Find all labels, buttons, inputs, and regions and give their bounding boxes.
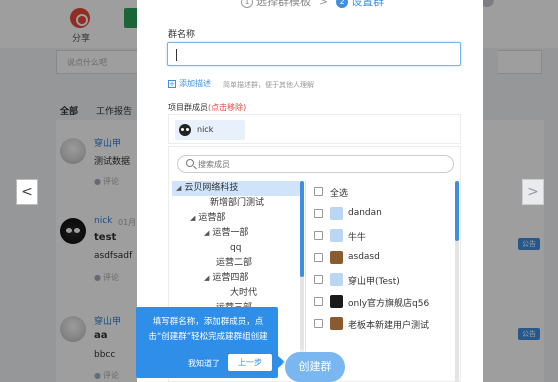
member-name: asdasd xyxy=(348,252,380,262)
expand-triangle-icon[interactable]: ◢ xyxy=(190,214,195,222)
tree-node-label: 大时代 xyxy=(230,288,258,298)
plus-icon: + xyxy=(168,80,176,88)
guide-text: 填写群名称，添加群成员，点击“创建群”轻松完成建群组创建 xyxy=(148,317,268,342)
tree-node-label: 运营二部 xyxy=(216,258,253,268)
avatar xyxy=(330,251,343,264)
list-item[interactable]: only官方旗舰店q56 xyxy=(308,291,453,313)
tree-node-label: 运营四部 xyxy=(212,273,249,283)
list-item[interactable]: 穿山甲(Test) xyxy=(308,269,453,291)
tree-node[interactable]: 大时代 xyxy=(230,286,257,301)
tree-scrollbar-thumb[interactable] xyxy=(300,181,304,277)
member-chip[interactable]: nick xyxy=(175,120,245,140)
tree-node-label: 云贝网络科技 xyxy=(184,183,239,193)
next-arrow-button[interactable]: > xyxy=(522,179,544,205)
member-checkbox[interactable] xyxy=(314,231,323,240)
avatar xyxy=(179,124,191,136)
member-search-input[interactable] xyxy=(198,156,448,172)
avatar xyxy=(330,273,343,286)
add-description-hint: 简单描述群，便于其他人理解 xyxy=(223,81,314,89)
step1-number: 1 xyxy=(241,0,253,8)
avatar xyxy=(330,317,343,330)
tree-node-label: 运营一部 xyxy=(212,228,249,238)
guide-tooltip: 填写群名称，添加群成员，点击“创建群”轻松完成建群组创建 我知道了 上一步 xyxy=(136,307,278,378)
avatar xyxy=(330,229,343,242)
step-separator: > xyxy=(319,0,329,8)
remove-hint: (点击移除) xyxy=(208,103,247,112)
tree-node[interactable]: ◢ 运营一部 xyxy=(204,226,248,241)
tree-node-label: 运营部 xyxy=(198,213,226,223)
member-checkbox[interactable] xyxy=(314,253,323,262)
step2-label: 设置群 xyxy=(351,0,385,8)
tree-node[interactable]: ◢ 运营四部 xyxy=(204,271,248,286)
member-search-box[interactable] xyxy=(177,155,454,173)
member-name: 老板本新建用户测试 xyxy=(348,321,430,331)
avatar xyxy=(330,295,343,308)
group-name-field[interactable] xyxy=(167,42,461,66)
add-description-link[interactable]: + 添加描述 xyxy=(168,78,211,89)
group-name-input[interactable] xyxy=(168,43,460,65)
previous-step-button[interactable]: 上一步 xyxy=(228,354,272,371)
member-name: only官方旗舰店q56 xyxy=(348,299,430,309)
members-label: 项目群成员(点击移除) xyxy=(168,102,246,113)
create-group-button[interactable]: 创建群 xyxy=(285,352,345,382)
tree-node[interactable]: qq xyxy=(230,241,241,256)
member-name: 牛牛 xyxy=(348,233,367,243)
step-indicator: 1 选择群模板 >2 设置群 xyxy=(241,0,384,9)
selected-members-box: nick xyxy=(168,114,461,144)
list-item[interactable]: asdasd xyxy=(308,247,453,269)
select-all-checkbox[interactable] xyxy=(314,187,323,196)
step2-number: 2 xyxy=(336,0,349,8)
add-description-label: 添加描述 xyxy=(179,79,211,88)
search-icon xyxy=(186,159,194,167)
text-caret xyxy=(176,49,177,61)
expand-triangle-icon[interactable]: ◢ xyxy=(176,184,181,192)
select-all-label: 全选 xyxy=(330,189,349,199)
member-chip-name: nick xyxy=(197,125,214,134)
step1-label[interactable]: 选择群模板 xyxy=(256,0,311,8)
members-label-text: 项目群成员 xyxy=(168,103,208,112)
list-item[interactable]: dandan xyxy=(308,203,453,225)
member-name: 穿山甲(Test) xyxy=(348,277,400,287)
tree-node[interactable]: 新增部门测试 xyxy=(210,196,264,211)
tree-node-label: 新增部门测试 xyxy=(210,198,265,208)
member-name: dandan xyxy=(348,208,382,218)
prev-arrow-button[interactable]: < xyxy=(16,179,38,205)
member-checkbox[interactable] xyxy=(314,209,323,218)
tree-node[interactable]: ◢ 运营部 xyxy=(190,211,225,226)
group-name-label: 群名称 xyxy=(168,30,196,40)
member-checkbox[interactable] xyxy=(314,275,323,284)
expand-triangle-icon[interactable]: ◢ xyxy=(204,229,209,237)
tree-node[interactable]: 运营二部 xyxy=(216,256,252,271)
tree-node-label: qq xyxy=(230,243,242,253)
list-item[interactable]: 老板本新建用户测试 xyxy=(308,313,453,335)
guide-pointer xyxy=(278,356,285,368)
got-it-link[interactable]: 我知道了 xyxy=(188,358,220,369)
member-checkbox[interactable] xyxy=(314,297,323,306)
list-item[interactable]: 牛牛 xyxy=(308,225,453,247)
tree-node-root[interactable]: ◢ 云贝网络科技 xyxy=(172,181,300,196)
select-all-row[interactable]: 全选 xyxy=(308,181,453,203)
avatar xyxy=(330,207,343,220)
member-checkbox[interactable] xyxy=(314,319,323,328)
member-list-scrollbar[interactable] xyxy=(455,181,459,382)
expand-triangle-icon[interactable]: ◢ xyxy=(204,274,209,282)
